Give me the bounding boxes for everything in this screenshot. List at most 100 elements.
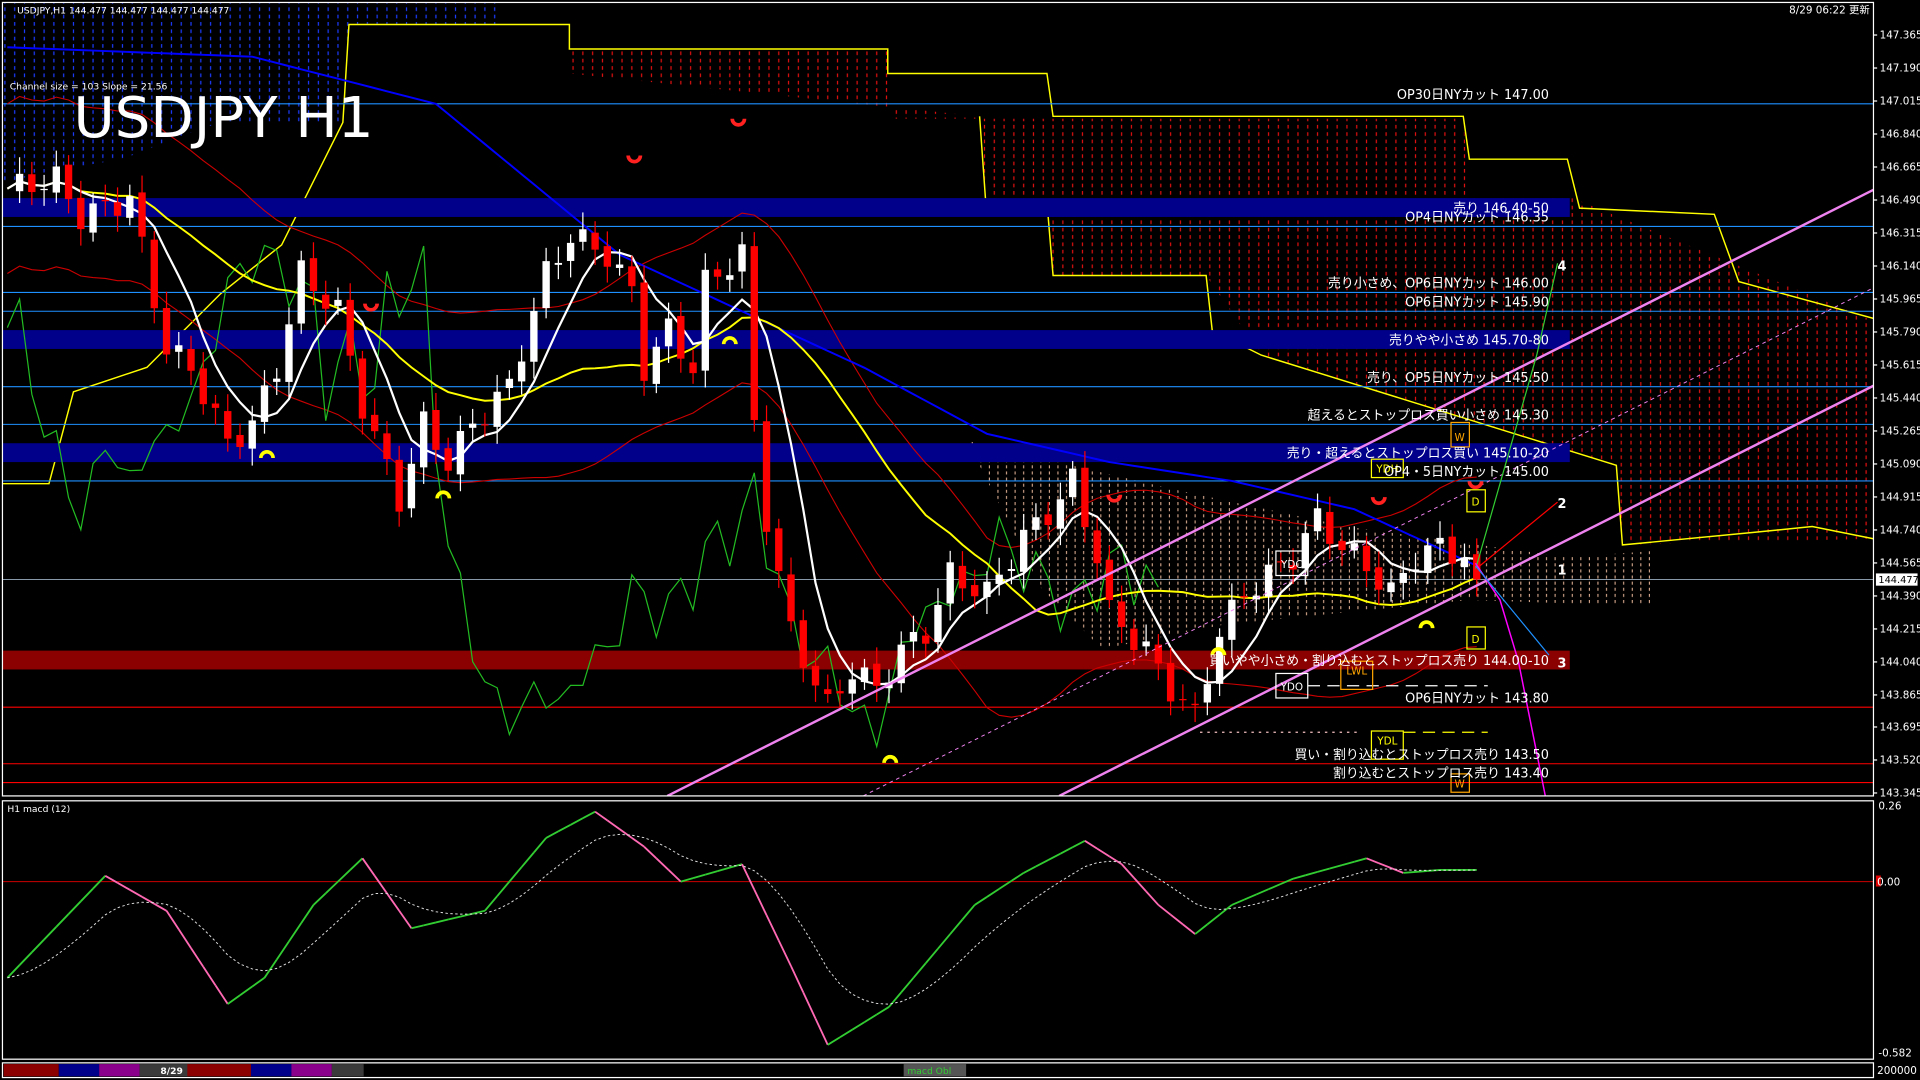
macd-line-segment: [1342, 862, 1354, 865]
price-tick: 144.040: [1880, 657, 1920, 669]
macd-line-segment: [69, 901, 81, 914]
fractal-low-icon: [884, 757, 896, 763]
candle: [689, 350, 696, 384]
main-price-panel[interactable]: YDH YDC YDO LWL YDL W W D D 4 2 1 3 OP30…: [0, 2, 1873, 795]
candle: [947, 551, 954, 621]
level-label: 売り、OP5日NYカット 145.50: [1367, 370, 1549, 386]
price-tick: 144.390: [1880, 591, 1920, 603]
macd-line-segment: [399, 911, 411, 928]
macd-line-segment: [803, 992, 815, 1018]
macd-line-segment: [1403, 872, 1415, 873]
chart-title: USDJPY H1: [73, 86, 373, 151]
session-date-label: 8/29: [160, 1066, 183, 1077]
macd-line-segment: [1293, 875, 1305, 878]
macd-line-segment: [877, 1007, 889, 1015]
candle: [151, 231, 158, 323]
volume-axis-label: 200000: [1877, 1065, 1917, 1077]
candle: [604, 231, 611, 282]
level-label: 買い・割り込むとストップロス売り 143.50: [1294, 747, 1549, 763]
macd-line-segment: [571, 818, 583, 825]
indicator-tab-macd[interactable]: macd Obl: [904, 1064, 966, 1077]
price-tick: 147.190: [1880, 63, 1920, 75]
level-label: OP6日NYカット 145.90: [1405, 295, 1549, 310]
price-tick: 143.695: [1880, 722, 1920, 734]
marker-d-upper: D: [1467, 490, 1485, 512]
macd-line-segment: [987, 889, 999, 897]
svg-text:D: D: [1472, 497, 1480, 509]
macd-panel[interactable]: H1 macd (12): [2, 804, 1873, 1045]
candle: [898, 631, 905, 692]
symbol-ohlc-header: USDJPY,H1 144.477 144.477 144.477 144.47…: [17, 5, 229, 16]
macd-line-segment: [1220, 905, 1232, 915]
macd-line-segment: [436, 920, 448, 923]
svg-text:W: W: [1454, 432, 1464, 444]
price-tick: 146.140: [1880, 261, 1920, 273]
price-tick: 143.345: [1880, 788, 1920, 800]
macd-line-segment: [644, 847, 656, 859]
macd-line-segment: [1122, 864, 1134, 878]
macd-line-segment: [852, 1022, 864, 1030]
candle: [1204, 667, 1211, 715]
macd-line-segment: [595, 812, 607, 821]
macd-line-segment: [81, 889, 93, 902]
candle: [163, 292, 170, 364]
price-tick: 145.790: [1880, 327, 1920, 339]
macd-line-segment: [656, 858, 668, 870]
level-label: OP30日NYカット 147.00: [1397, 88, 1549, 103]
marker-d-lower: D: [1467, 627, 1485, 649]
price-tick: 147.015: [1880, 96, 1920, 108]
price-tick: 146.315: [1880, 228, 1920, 240]
macd-line-segment: [962, 905, 974, 920]
candle: [738, 232, 745, 289]
macd-line-segment: [1171, 915, 1183, 925]
candle: [726, 259, 733, 292]
level-label: 売りやや小さめ 145.70-80: [1389, 332, 1549, 348]
macd-line-segment: [1367, 858, 1379, 863]
candle: [640, 266, 647, 396]
svg-text:YDC: YDC: [1280, 559, 1303, 571]
macd-line-segment: [607, 820, 619, 829]
macd-line-segment: [1416, 871, 1428, 872]
macd-line-segment: [277, 941, 289, 959]
macd-panel-border: [2, 801, 1873, 1059]
macd-line-segment: [1195, 924, 1207, 934]
trading-chart[interactable]: YDH YDC YDO LWL YDL W W D D 4 2 1 3 OP30…: [0, 0, 1920, 1080]
macd-line-segment: [424, 922, 436, 925]
svg-text:macd Obl: macd Obl: [907, 1066, 951, 1077]
candle: [555, 247, 562, 280]
macd-line-segment: [901, 978, 913, 993]
candle: [983, 571, 990, 614]
macd-line-segment: [889, 992, 901, 1007]
macd-line-segment: [154, 904, 166, 911]
candle: [996, 558, 1003, 596]
macd-line-segment: [362, 858, 374, 875]
macd-line-segment: [840, 1030, 852, 1038]
macd-axis-top: 0.26: [1878, 800, 1901, 812]
fractal-low-icon: [1420, 622, 1432, 628]
price-axis[interactable]: 147.365147.190147.015146.840146.665146.4…: [1873, 30, 1920, 800]
macd-line-segment: [926, 949, 938, 964]
price-tick: 145.615: [1880, 360, 1920, 372]
macd-line-segment: [497, 882, 509, 897]
candle: [310, 242, 317, 305]
macd-line-segment: [326, 882, 338, 894]
macd-line-segment: [301, 905, 313, 923]
macd-line-segment: [289, 923, 301, 941]
price-tick: 144.915: [1880, 492, 1920, 504]
candle: [359, 351, 366, 435]
macd-line-segment: [718, 868, 730, 871]
macd-line-segment: [1060, 847, 1072, 853]
macd-line-segment: [1232, 900, 1244, 905]
price-tick: 147.365: [1880, 30, 1920, 42]
price-tick: 143.865: [1880, 690, 1920, 702]
update-time: 8/29 06:22 更新: [1789, 3, 1870, 16]
macd-line-segment: [44, 927, 56, 940]
price-tick: 144.565: [1880, 558, 1920, 570]
macd-line-segment: [313, 893, 325, 905]
macd-line-segment: [1146, 891, 1158, 905]
macd-line-segment: [32, 940, 44, 953]
price-tick: 145.090: [1880, 459, 1920, 471]
macd-line-segment: [1318, 869, 1330, 872]
fractal-low-icon: [437, 492, 449, 498]
candle: [677, 302, 684, 373]
